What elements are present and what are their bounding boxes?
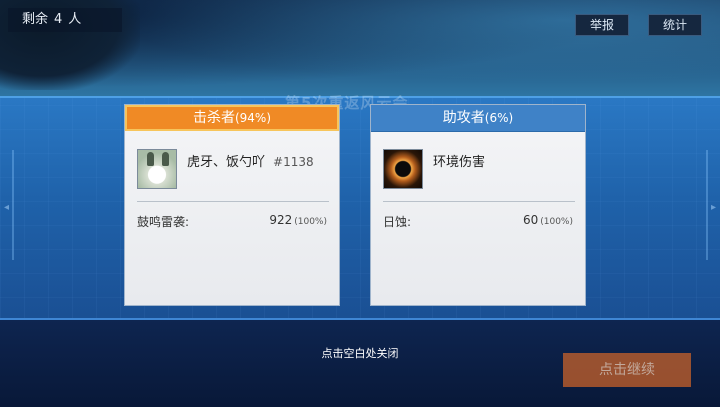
background-panel bbox=[0, 96, 720, 322]
remaining-label: 剩余 bbox=[22, 12, 49, 27]
killer-header-pct: (94%) bbox=[234, 111, 272, 125]
players-remaining: 剩余 4 人 bbox=[8, 8, 122, 32]
killer-damage-pct: (100%) bbox=[294, 217, 327, 227]
killer-damage-value: 922 bbox=[269, 213, 293, 227]
killer-player-id: #1138 bbox=[273, 155, 314, 169]
report-button[interactable]: 举报 bbox=[575, 14, 629, 36]
assist-header-pct: (6%) bbox=[484, 111, 514, 125]
assist-damage: 60 (100%) bbox=[523, 213, 573, 227]
assist-player-name: 环境伤害 bbox=[433, 155, 486, 170]
stats-button[interactable]: 统计 bbox=[648, 14, 702, 36]
assist-skill-name: 日蚀: bbox=[383, 215, 412, 229]
killer-header: 击杀者(94%) bbox=[125, 105, 339, 131]
remaining-unit: 人 bbox=[68, 12, 82, 27]
killer-header-label: 击杀者 bbox=[192, 110, 235, 126]
assist-header: 助攻者(6%) bbox=[371, 105, 585, 132]
right-chevron-icon: ▸ bbox=[710, 202, 716, 213]
killer-player-name: 虎牙、饭勺吖 bbox=[187, 155, 266, 170]
assist-damage-pct: (100%) bbox=[540, 217, 573, 227]
assist-damage-value: 60 bbox=[522, 213, 539, 227]
killer-name-row: 虎牙、饭勺吖 #1138 bbox=[187, 151, 314, 170]
assist-card: 助攻者(6%) 环境伤害 日蚀: 60 (100%) bbox=[370, 104, 586, 306]
eclipse-icon bbox=[383, 149, 423, 189]
killer-card: 击杀者(94%) 虎牙、饭勺吖 #1138 鼓鸣雷袭: 922 (100%) bbox=[124, 104, 340, 306]
continue-button[interactable]: 点击继续 bbox=[563, 353, 691, 387]
left-chevron-icon: ◂ bbox=[4, 202, 10, 213]
card-divider bbox=[137, 201, 329, 202]
card-divider bbox=[383, 201, 575, 202]
killer-damage: 922 (100%) bbox=[269, 213, 327, 227]
assist-header-label: 助攻者 bbox=[442, 110, 485, 126]
killer-skill-name: 鼓鸣雷袭: bbox=[137, 215, 190, 229]
rabbit-avatar-icon bbox=[137, 149, 177, 189]
assist-name-row: 环境伤害 bbox=[433, 151, 485, 170]
remaining-count: 4 bbox=[54, 12, 63, 27]
